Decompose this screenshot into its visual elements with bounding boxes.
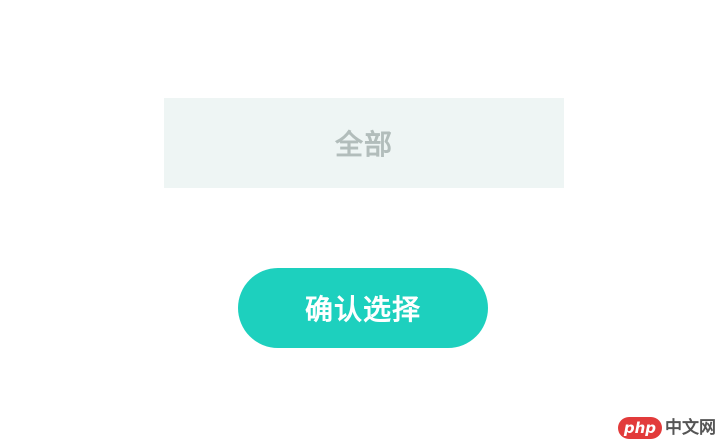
confirm-selection-label: 确认选择 (304, 293, 421, 326)
watermark: php 中文网 (617, 417, 716, 439)
php-logo-badge: php (617, 417, 662, 439)
page: 全部 确认选择 php 中文网 (0, 0, 726, 446)
confirm-selection-button[interactable]: 确认选择 (238, 268, 488, 348)
option-all[interactable]: 全部 (164, 98, 564, 188)
option-all-label: 全部 (334, 128, 393, 161)
watermark-text: 中文网 (665, 418, 716, 438)
